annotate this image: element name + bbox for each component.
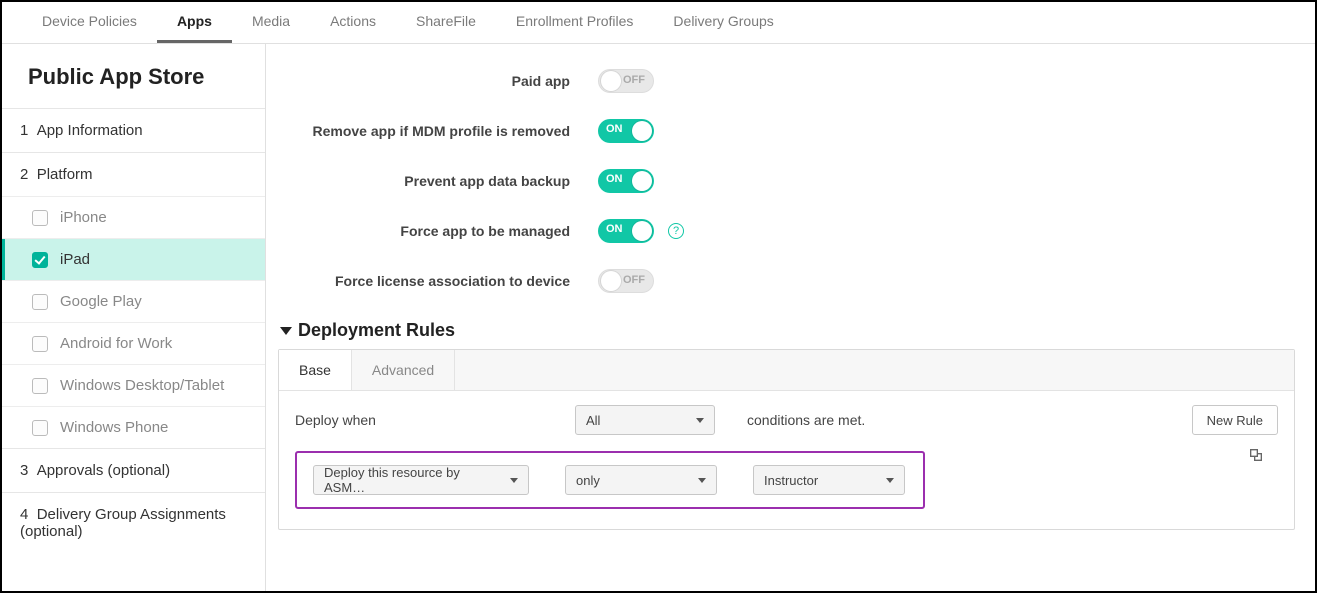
sidebar-item-label: Windows Desktop/Tablet	[60, 377, 224, 394]
tab-device-policies[interactable]: Device Policies	[22, 2, 157, 43]
sidebar: Public App Store 1 App Information 2 Pla…	[2, 44, 266, 591]
step-approvals[interactable]: 3 Approvals (optional)	[2, 448, 265, 492]
sidebar-item-label: Google Play	[60, 293, 142, 310]
deploy-when-label: Deploy when	[295, 412, 385, 428]
setting-label: Paid app	[278, 73, 598, 89]
setting-remove-app-mdm: Remove app if MDM profile is removed ON	[278, 106, 1295, 156]
setting-prevent-backup: Prevent app data backup ON	[278, 156, 1295, 206]
platform-windows-phone[interactable]: Windows Phone	[2, 406, 265, 448]
setting-paid-app: Paid app OFF	[278, 56, 1295, 106]
platform-windows-desktop-tablet[interactable]: Windows Desktop/Tablet	[2, 364, 265, 406]
setting-force-managed: Force app to be managed ON ?	[278, 206, 1295, 256]
chevron-down-icon	[510, 478, 518, 483]
new-rule-button[interactable]: New Rule	[1192, 405, 1278, 435]
toggle-remove-app-mdm[interactable]: ON	[598, 119, 654, 143]
platform-google-play[interactable]: Google Play	[2, 280, 265, 322]
tab-delivery-groups[interactable]: Delivery Groups	[653, 2, 793, 43]
top-nav: Device Policies Apps Media Actions Share…	[2, 2, 1315, 44]
setting-label: Prevent app data backup	[278, 173, 598, 189]
setting-force-license: Force license association to device OFF	[278, 256, 1295, 306]
tab-base[interactable]: Base	[279, 350, 352, 390]
tab-enrollment-profiles[interactable]: Enrollment Profiles	[496, 2, 654, 43]
sidebar-item-label: Windows Phone	[60, 419, 168, 436]
tab-actions[interactable]: Actions	[310, 2, 396, 43]
checkbox-icon[interactable]	[32, 252, 48, 268]
page-title: Public App Store	[2, 44, 265, 108]
toggle-force-license[interactable]: OFF	[598, 269, 654, 293]
export-icon[interactable]	[1248, 447, 1264, 463]
checkbox-icon[interactable]	[32, 420, 48, 436]
conditions-met-text: conditions are met.	[747, 412, 865, 428]
checkbox-icon[interactable]	[32, 336, 48, 352]
step-platform[interactable]: 2 Platform	[2, 152, 265, 196]
toggle-prevent-backup[interactable]: ON	[598, 169, 654, 193]
deploy-when-row: Deploy when All conditions are met. New …	[295, 405, 1278, 435]
rules-tabs: Base Advanced	[279, 350, 1294, 391]
caret-down-icon	[280, 327, 292, 335]
sidebar-item-label: iPad	[60, 251, 90, 268]
checkbox-icon[interactable]	[32, 210, 48, 226]
tab-apps[interactable]: Apps	[157, 2, 232, 43]
sidebar-item-label: Android for Work	[60, 335, 172, 352]
chevron-down-icon	[886, 478, 894, 483]
checkbox-icon[interactable]	[32, 294, 48, 310]
sidebar-item-label: iPhone	[60, 209, 107, 226]
deployment-rules-header[interactable]: Deployment Rules	[280, 320, 1295, 341]
rule-operator-dropdown[interactable]: only	[565, 465, 717, 495]
rules-body: Deploy when All conditions are met. New …	[279, 391, 1294, 529]
checkbox-icon[interactable]	[32, 378, 48, 394]
setting-label: Force app to be managed	[278, 223, 598, 239]
setting-label: Remove app if MDM profile is removed	[278, 123, 598, 139]
rule-field-dropdown[interactable]: Deploy this resource by ASM…	[313, 465, 529, 495]
platform-ipad[interactable]: iPad	[2, 238, 265, 280]
deployment-rules-box: Base Advanced Deploy when All conditions…	[278, 349, 1295, 530]
toggle-paid-app[interactable]: OFF	[598, 69, 654, 93]
deployment-rule-row: Deploy this resource by ASM… only Instru…	[295, 451, 925, 509]
chevron-down-icon	[696, 418, 704, 423]
toggle-force-managed[interactable]: ON	[598, 219, 654, 243]
deploy-when-dropdown[interactable]: All	[575, 405, 715, 435]
chevron-down-icon	[698, 478, 706, 483]
platform-android-for-work[interactable]: Android for Work	[2, 322, 265, 364]
tab-sharefile[interactable]: ShareFile	[396, 2, 496, 43]
section-title: Deployment Rules	[298, 320, 455, 341]
tab-media[interactable]: Media	[232, 2, 310, 43]
tab-advanced[interactable]: Advanced	[352, 350, 455, 390]
main-content: Paid app OFF Remove app if MDM profile i…	[266, 44, 1315, 591]
step-delivery-group-assignments[interactable]: 4 Delivery Group Assignments (optional)	[2, 492, 265, 553]
platform-iphone[interactable]: iPhone	[2, 196, 265, 238]
help-icon[interactable]: ?	[668, 223, 684, 239]
rule-value-dropdown[interactable]: Instructor	[753, 465, 905, 495]
step-app-information[interactable]: 1 App Information	[2, 108, 265, 152]
setting-label: Force license association to device	[278, 273, 598, 289]
